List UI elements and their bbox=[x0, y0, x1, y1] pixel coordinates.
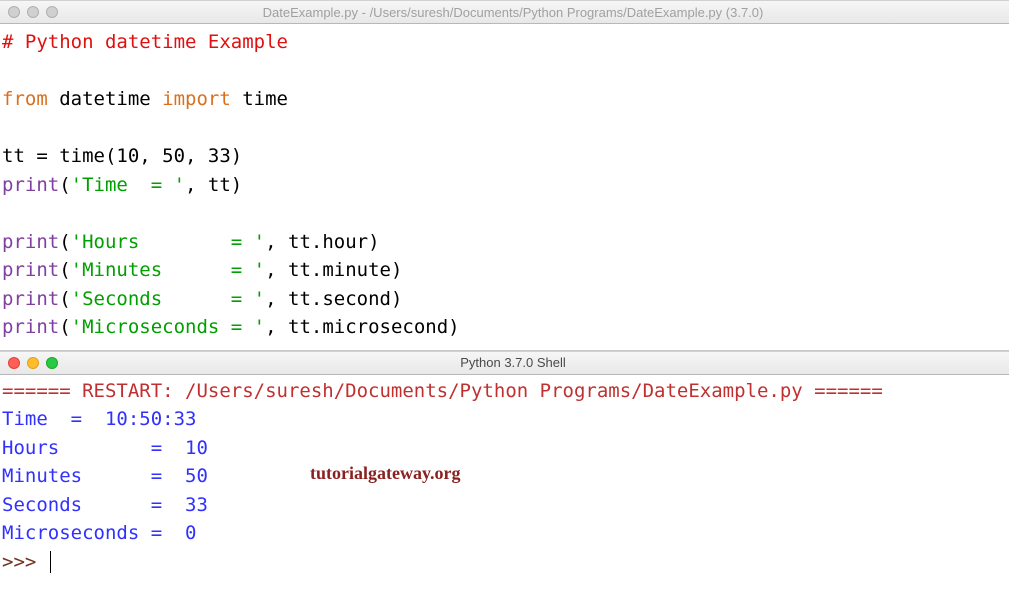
shell-output: Microseconds = 0 bbox=[2, 522, 196, 544]
code-text: ( bbox=[59, 174, 70, 196]
close-button[interactable] bbox=[8, 357, 20, 369]
editor-content[interactable]: # Python datetime Example from datetime … bbox=[0, 24, 1009, 350]
code-builtin: print bbox=[2, 316, 59, 338]
shell-output: Minutes = 50 bbox=[2, 465, 208, 487]
shell-titlebar: Python 3.7.0 Shell bbox=[0, 351, 1009, 375]
code-keyword: import bbox=[162, 88, 231, 110]
shell-prompt: >>> bbox=[2, 551, 48, 573]
code-builtin: print bbox=[2, 288, 59, 310]
code-text: , tt.minute) bbox=[265, 259, 402, 281]
shell-restart-line: ====== RESTART: /Users/suresh/Documents/… bbox=[2, 380, 883, 402]
code-string: 'Minutes = ' bbox=[71, 259, 265, 281]
shell-window: Python 3.7.0 Shell ====== RESTART: /User… bbox=[0, 350, 1009, 579]
shell-output: Time = 10:50:33 bbox=[2, 408, 196, 430]
code-text: ( bbox=[59, 259, 70, 281]
shell-content[interactable]: ====== RESTART: /Users/suresh/Documents/… bbox=[0, 375, 1009, 579]
code-keyword: from bbox=[2, 88, 48, 110]
code-string: 'Hours = ' bbox=[71, 231, 265, 253]
code-builtin: print bbox=[2, 174, 59, 196]
editor-window: DateExample.py - /Users/suresh/Documents… bbox=[0, 0, 1009, 350]
editor-title: DateExample.py - /Users/suresh/Documents… bbox=[25, 5, 1001, 20]
code-text: datetime bbox=[48, 88, 162, 110]
shell-title: Python 3.7.0 Shell bbox=[25, 355, 1001, 370]
code-text: ( bbox=[59, 316, 70, 338]
code-text: tt = time(10, 50, 33) bbox=[2, 145, 242, 167]
code-builtin: print bbox=[2, 259, 59, 281]
code-text: ( bbox=[59, 231, 70, 253]
shell-output: Seconds = 33 bbox=[2, 494, 208, 516]
code-text: , tt.second) bbox=[265, 288, 402, 310]
code-text: , tt.hour) bbox=[265, 231, 379, 253]
code-builtin: print bbox=[2, 231, 59, 253]
code-text: , tt.microsecond) bbox=[265, 316, 459, 338]
shell-output: Hours = 10 bbox=[2, 437, 208, 459]
code-text: ( bbox=[59, 288, 70, 310]
code-comment: # Python datetime Example bbox=[2, 31, 288, 53]
code-string: 'Microseconds = ' bbox=[71, 316, 265, 338]
cursor-icon bbox=[50, 551, 51, 573]
code-text: time bbox=[231, 88, 288, 110]
close-button[interactable] bbox=[8, 6, 20, 18]
code-string: 'Time = ' bbox=[71, 174, 185, 196]
editor-titlebar: DateExample.py - /Users/suresh/Documents… bbox=[0, 0, 1009, 24]
code-string: 'Seconds = ' bbox=[71, 288, 265, 310]
code-text: , tt) bbox=[185, 174, 242, 196]
